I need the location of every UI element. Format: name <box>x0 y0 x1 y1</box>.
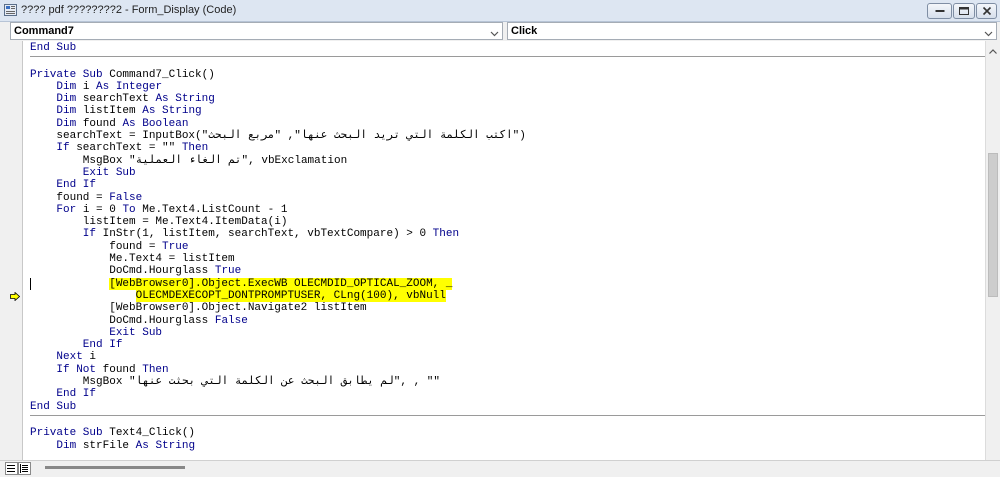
minimize-button[interactable] <box>927 3 952 19</box>
maximize-icon <box>959 7 969 15</box>
maximize-button[interactable] <box>953 3 975 19</box>
horizontal-scrollbar-thumb[interactable] <box>45 466 185 469</box>
code-line: searchText = InputBox("اكتب الكلمة التي … <box>30 130 526 143</box>
procedure-separator <box>30 414 985 427</box>
procedure-separator <box>30 56 985 68</box>
code-line: [WebBrowser0].Object.Navigate2 listItem <box>30 302 367 315</box>
code-editor[interactable]: End Sub Private Sub Command7_Click() Dim… <box>0 41 1000 460</box>
code-line: For i = 0 To Me.Text4.ListCount - 1 <box>30 203 288 216</box>
minimize-icon <box>935 10 944 12</box>
code-line: End Sub <box>30 42 77 54</box>
title-bar: ???? pdf ????????2 - Form_Display (Code) <box>0 0 1000 22</box>
close-icon <box>982 6 991 16</box>
chevron-down-icon <box>984 28 993 40</box>
full-module-view-button[interactable] <box>18 462 31 475</box>
procedure-dropdown[interactable]: Click <box>507 22 997 40</box>
execution-arrow-icon <box>10 291 21 304</box>
chevron-down-icon <box>490 28 499 40</box>
code-line: End If <box>30 388 97 401</box>
code-line: listItem = Me.Text4.ItemData(i) <box>30 216 288 229</box>
window-title: ???? pdf ????????2 - Form_Display (Code) <box>21 4 237 16</box>
code-line: MsgBox "لم يطابق البحث عن الكلمة التي بح… <box>30 376 440 389</box>
full-module-view-icon <box>20 464 28 473</box>
code-line: Dim searchText As String <box>30 93 215 106</box>
app-icon <box>4 4 17 16</box>
code-line: Dim listItem As String <box>30 105 202 118</box>
object-dropdown[interactable]: Command7 <box>10 22 503 40</box>
procedure-view-icon <box>7 465 15 472</box>
close-button[interactable] <box>976 3 997 19</box>
code-line: found = False <box>30 191 143 204</box>
code-text[interactable]: End Sub Private Sub Command7_Click() Dim… <box>30 42 985 452</box>
code-line: End If <box>30 179 97 192</box>
code-line: Dim found As Boolean <box>30 117 189 130</box>
code-line: found = True <box>30 240 189 253</box>
procedure-dropdown-value: Click <box>511 25 538 37</box>
code-line: Next i <box>30 351 97 364</box>
code-line: MsgBox "تم الغاء العملية", vbExclamation <box>30 154 348 167</box>
procedure-view-button[interactable] <box>5 462 18 475</box>
code-line: Private Sub Text4_Click() <box>30 427 196 440</box>
vertical-scrollbar[interactable] <box>985 41 1000 460</box>
margin-indicator-bar[interactable] <box>0 41 23 460</box>
code-line: Dim i As Integer <box>30 80 163 93</box>
code-line-execution: OLECMDEXECOPT_DONTPROMPTUSER, CLng(100),… <box>135 289 446 302</box>
code-line: If searchText = "" Then <box>30 142 209 155</box>
code-line: DoCmd.Hourglass False <box>30 314 248 327</box>
code-line: Me.Text4 = listItem <box>30 253 235 266</box>
code-line: Exit Sub <box>30 166 136 179</box>
code-line: If Not found Then <box>30 363 169 376</box>
code-line: Private Sub Command7_Click() <box>30 68 215 81</box>
object-dropdown-value: Command7 <box>14 25 74 37</box>
procedure-bar: Command7 Click <box>0 22 1000 41</box>
scroll-up-icon[interactable] <box>989 45 997 57</box>
text-cursor <box>30 278 31 290</box>
scrollbar-thumb[interactable] <box>988 153 998 297</box>
code-line: If InStr(1, listItem, searchText, vbText… <box>30 228 460 241</box>
code-line: DoCmd.Hourglass True <box>30 265 242 278</box>
code-line: End If <box>30 339 123 352</box>
bottom-bar <box>0 460 1000 477</box>
code-line: End Sub <box>30 400 77 413</box>
code-line: Exit Sub <box>30 326 163 339</box>
code-line: Dim strFile As String <box>30 439 196 452</box>
code-line-execution: [WebBrowser0].Object.ExecWB OLECMDID_OPT… <box>109 277 453 290</box>
